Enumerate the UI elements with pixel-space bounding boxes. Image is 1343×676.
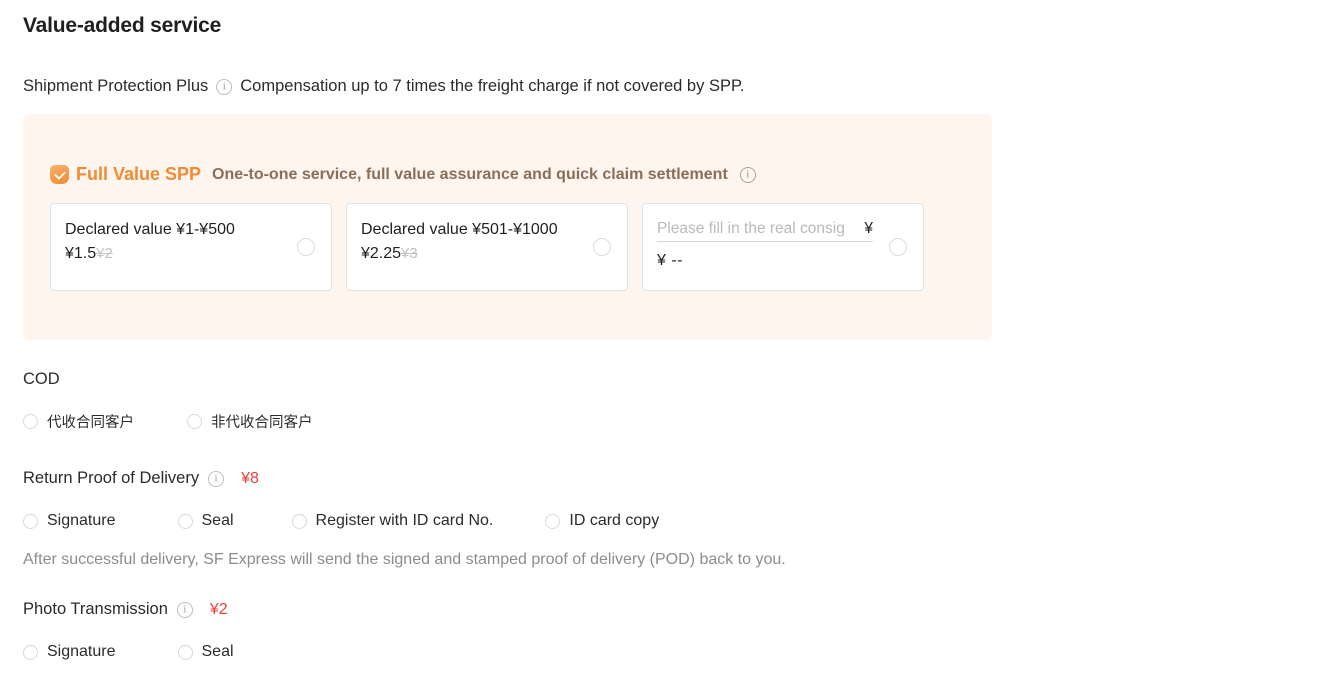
- radio-label: Signature: [47, 512, 116, 529]
- pod-radio-group: Signature Seal Register with ID card No.…: [23, 512, 659, 530]
- spp-option-radio[interactable]: [297, 238, 315, 256]
- price-original: ¥3: [401, 245, 418, 262]
- spp-option-card-tier-2[interactable]: Declared value ¥501-¥1000 ¥2.25 ¥3: [346, 203, 628, 291]
- photo-transmission-radio-group: Signature Seal: [23, 643, 234, 661]
- spp-option-card-tier-1[interactable]: Declared value ¥1-¥500 ¥1.5 ¥2: [50, 203, 332, 291]
- pod-price: ¥8: [241, 469, 259, 487]
- radio-circle[interactable]: [291, 513, 307, 529]
- full-value-spp-subtitle: One-to-one service, full value assurance…: [212, 165, 728, 183]
- cod-label: COD: [23, 370, 60, 388]
- info-icon[interactable]: [739, 166, 756, 183]
- page-title: Value-added service: [23, 14, 222, 37]
- declared-value-field[interactable]: ¥: [657, 220, 873, 242]
- radio-label: 非代收合同客户: [211, 415, 313, 431]
- yen-suffix-icon: ¥: [864, 220, 873, 237]
- declared-value-range: Declared value ¥501-¥1000: [361, 221, 558, 238]
- declared-value-input[interactable]: [657, 220, 859, 238]
- full-value-spp-panel: Full Value SPP One-to-one service, full …: [23, 114, 992, 340]
- cod-option-contract[interactable]: 代收合同客户: [23, 411, 134, 432]
- radio-label: Register with ID card No.: [315, 512, 494, 529]
- shipment-protection-plus-row: Shipment Protection Plus Compensation up…: [23, 77, 744, 96]
- photo-transmission-label: Photo Transmission: [23, 600, 168, 618]
- spp-option-radio[interactable]: [889, 238, 907, 256]
- radio-label: Seal: [201, 512, 234, 529]
- pod-note: After successful delivery, SF Express wi…: [23, 551, 786, 568]
- photo-transmission-price: ¥2: [209, 600, 228, 618]
- spp-option-radio[interactable]: [593, 238, 611, 256]
- radio-label: Signature: [47, 643, 116, 660]
- radio-circle[interactable]: [177, 513, 193, 529]
- full-value-spp-title: Full Value SPP: [76, 164, 202, 184]
- full-value-spp-header: Full Value SPP One-to-one service, full …: [50, 164, 756, 185]
- shipment-protection-plus-label: Shipment Protection Plus: [23, 77, 209, 95]
- price-current: ¥ --: [657, 252, 683, 269]
- price-current: ¥1.5: [65, 245, 97, 262]
- info-icon[interactable]: [176, 601, 193, 618]
- radio-label: 代收合同客户: [47, 415, 134, 431]
- spp-option-cards: Declared value ¥1-¥500 ¥1.5 ¥2 Declared …: [50, 203, 924, 291]
- radio-circle[interactable]: [23, 644, 38, 660]
- photo-transmission-label-row: Photo Transmission ¥2: [23, 600, 228, 619]
- radio-circle[interactable]: [177, 644, 193, 660]
- shield-check-icon: [50, 165, 69, 184]
- price-current: ¥2.25: [361, 245, 402, 262]
- info-icon[interactable]: [216, 78, 233, 95]
- price-original: ¥2: [96, 245, 113, 262]
- price-row: ¥1.5 ¥2: [65, 242, 285, 266]
- shipment-protection-plus-description: Compensation up to 7 times the freight c…: [240, 77, 745, 95]
- pod-option-id-copy[interactable]: ID card copy: [545, 512, 659, 530]
- radio-circle[interactable]: [23, 414, 38, 429]
- pod-option-signature[interactable]: Signature: [23, 512, 116, 530]
- value-added-service-page: Value-added service Shipment Protection …: [0, 0, 1343, 676]
- radio-label: Seal: [201, 643, 234, 660]
- radio-label: ID card copy: [569, 512, 660, 529]
- declared-value-range: Declared value ¥1-¥500: [65, 221, 235, 238]
- return-proof-of-delivery-label-row: Return Proof of Delivery ¥8: [23, 469, 259, 488]
- pod-option-register-id[interactable]: Register with ID card No.: [291, 512, 494, 530]
- cod-radio-group: 代收合同客户 非代收合同客户: [23, 411, 313, 432]
- radio-circle[interactable]: [545, 513, 561, 529]
- info-icon[interactable]: [208, 470, 225, 487]
- photo-option-signature[interactable]: Signature: [23, 643, 116, 661]
- pod-option-seal[interactable]: Seal: [177, 512, 234, 530]
- photo-option-seal[interactable]: Seal: [177, 643, 234, 661]
- cod-option-non-contract[interactable]: 非代收合同客户: [187, 411, 313, 432]
- radio-circle[interactable]: [23, 513, 38, 529]
- spp-option-card-custom[interactable]: ¥ ¥ --: [642, 203, 924, 291]
- price-row: ¥2.25 ¥3: [361, 242, 581, 266]
- cod-label-row: COD: [23, 370, 60, 389]
- return-proof-of-delivery-label: Return Proof of Delivery: [23, 469, 200, 487]
- radio-circle[interactable]: [187, 414, 202, 429]
